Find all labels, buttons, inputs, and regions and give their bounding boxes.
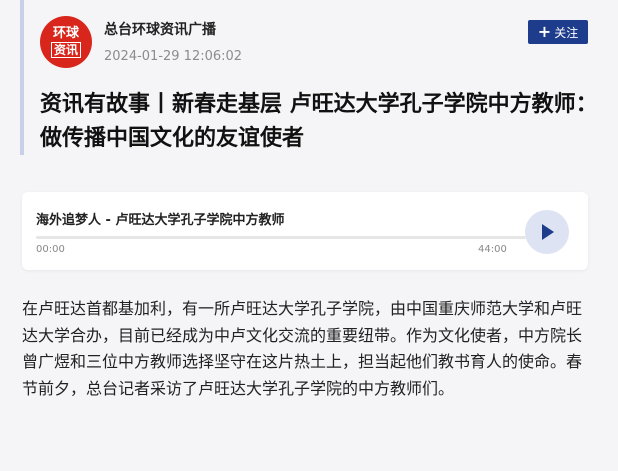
article-title: 资讯有故事丨新春走基层 卢旺达大学孔子学院中方教师：做传播中国文化的友谊使者	[40, 92, 598, 151]
audio-progress-bar[interactable]	[36, 236, 526, 239]
avatar-text-line1: 环球	[52, 25, 79, 41]
publish-timestamp: 2024-01-29 12:06:02	[104, 49, 243, 64]
plus-icon: +	[537, 22, 552, 41]
avatar-text-line2: 资讯	[50, 41, 81, 58]
article-body: 在卢旺达首都基加利，有一所卢旺达大学孔子学院，由中国重庆师范大学和卢旺达大学合办…	[22, 299, 583, 398]
audio-current-time: 00:00	[36, 244, 65, 255]
audio-player: 海外追梦人 - 卢旺达大学孔子学院中方教师 00:00 44:00	[22, 192, 588, 270]
play-icon	[542, 224, 554, 240]
follow-label: 关注	[554, 25, 579, 40]
audio-duration: 44:00	[478, 244, 507, 255]
audio-title: 海外追梦人 - 卢旺达大学孔子学院中方教师	[36, 213, 285, 228]
channel-avatar[interactable]: 环球 资讯	[40, 16, 92, 68]
follow-button[interactable]: + 关注	[528, 20, 588, 44]
play-button[interactable]	[525, 210, 569, 254]
title-accent-bar	[20, 0, 24, 155]
article-page: 环球 资讯 总台环球资讯广播 2024-01-29 12:06:02 + 关注 …	[0, 0, 618, 471]
channel-header: 环球 资讯 总台环球资讯广播 2024-01-29 12:06:02 + 关注	[40, 16, 588, 76]
channel-name[interactable]: 总台环球资讯广播	[104, 19, 216, 39]
